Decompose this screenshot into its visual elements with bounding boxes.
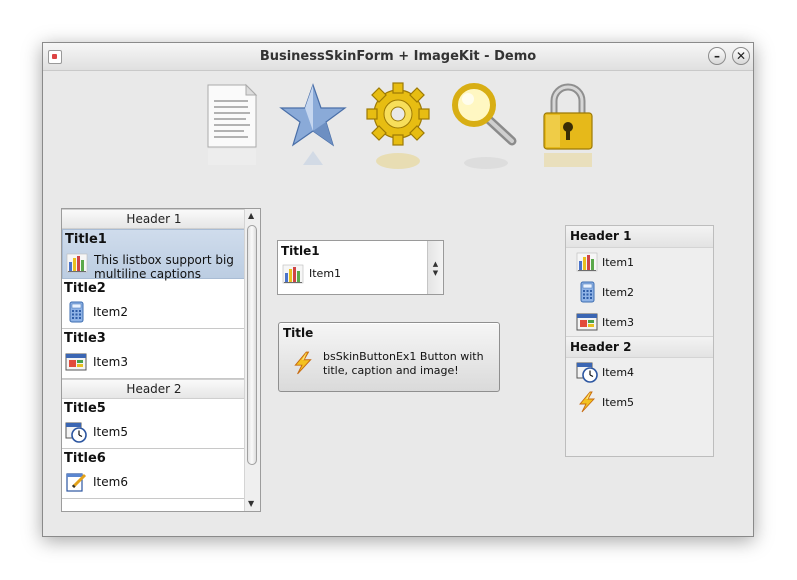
list-item-title: Title1 <box>65 232 107 247</box>
chevron-up-icon: ▲ <box>432 260 439 268</box>
window-title: BusinessSkinForm + ImageKit - Demo <box>259 49 537 64</box>
panel-header-1[interactable]: Header 1 <box>566 226 713 248</box>
combobox-value: Item1 <box>309 267 342 280</box>
list-item-title: Title5 <box>64 401 106 416</box>
gear-icon[interactable] <box>363 81 433 181</box>
list-item-caption: This listbox support big multiline capti… <box>94 253 234 281</box>
panel-item-5[interactable]: Item5 <box>576 391 706 415</box>
panel-item-label: Item5 <box>602 396 635 409</box>
list-item-caption: Item2 <box>93 305 128 319</box>
lightning-icon <box>576 391 598 413</box>
close-button[interactable]: ✕ <box>732 47 750 65</box>
title-combobox[interactable]: Title1 Item1 ▲ ▼ <box>277 240 444 295</box>
bar-chart-icon <box>282 263 304 285</box>
document-icon[interactable] <box>198 81 268 181</box>
padlock-icon[interactable] <box>536 81 606 181</box>
window-icon <box>576 311 598 333</box>
listbox-header-1: Header 1 <box>62 209 246 229</box>
panel-item-1[interactable]: Item1 <box>576 251 706 275</box>
lightning-icon <box>291 351 315 375</box>
skin-button-title: Title <box>283 326 314 340</box>
list-item-title5[interactable]: Title5 Item5 <box>62 399 246 449</box>
list-item-title6[interactable]: Title6 Item6 <box>62 449 246 499</box>
list-item-caption: Item5 <box>93 425 128 439</box>
panel-item-4[interactable]: Item4 <box>576 361 706 385</box>
bar-chart-icon <box>576 251 598 273</box>
chevron-down-icon: ▼ <box>432 269 439 277</box>
minimize-button[interactable]: – <box>708 47 726 65</box>
skin-button-ex[interactable]: Title bsSkinButtonEx1 Button with title,… <box>278 322 500 392</box>
scroll-down-arrow-icon[interactable]: ▼ <box>248 499 254 508</box>
grouped-item-panel: Header 1 Item1 Item2 Item3 Header 2 Item… <box>565 225 714 457</box>
clock-icon <box>576 361 598 383</box>
clock-icon <box>65 421 87 443</box>
window-icon <box>65 351 87 373</box>
calculator-icon <box>65 301 87 323</box>
list-item-title: Title2 <box>64 281 106 296</box>
list-item-caption: Item3 <box>93 355 128 369</box>
panel-item-label: Item1 <box>602 256 635 269</box>
list-item-caption: Item6 <box>93 475 128 489</box>
list-item-title: Title3 <box>64 331 106 346</box>
list-item-title3[interactable]: Title3 Item3 <box>62 329 246 379</box>
magnifier-icon[interactable] <box>448 81 518 181</box>
skin-button-caption: bsSkinButtonEx1 Button with title, capti… <box>323 350 484 377</box>
scrollbar-thumb[interactable] <box>247 225 257 465</box>
title-bar[interactable]: BusinessSkinForm + ImageKit - Demo – ✕ <box>43 43 753 71</box>
list-item-title2[interactable]: Title2 Item2 <box>62 279 246 329</box>
bar-chart-icon <box>66 252 88 274</box>
listbox-header-2: Header 2 <box>62 379 246 399</box>
listbox-scrollbar[interactable]: ▲ ▼ <box>244 209 260 511</box>
panel-item-2[interactable]: Item2 <box>576 281 706 305</box>
app-window: BusinessSkinForm + ImageKit - Demo – ✕ H… <box>42 42 754 537</box>
combobox-title: Title1 <box>281 244 320 258</box>
combobox-dropdown-button[interactable]: ▲ ▼ <box>427 241 443 294</box>
edit-icon <box>65 471 87 493</box>
panel-header-2[interactable]: Header 2 <box>566 336 713 358</box>
multiline-listbox[interactable]: Header 1 Title1 This listbox support big… <box>61 208 261 512</box>
panel-item-label: Item4 <box>602 366 635 379</box>
list-item-title1[interactable]: Title1 This listbox support big multilin… <box>62 229 246 281</box>
list-item-title: Title6 <box>64 451 106 466</box>
star-icon[interactable] <box>278 81 348 181</box>
panel-item-label: Item2 <box>602 286 635 299</box>
calculator-icon <box>576 281 598 303</box>
panel-item-3[interactable]: Item3 <box>576 311 706 335</box>
panel-item-label: Item3 <box>602 316 635 329</box>
scroll-up-arrow-icon[interactable]: ▲ <box>248 211 254 220</box>
